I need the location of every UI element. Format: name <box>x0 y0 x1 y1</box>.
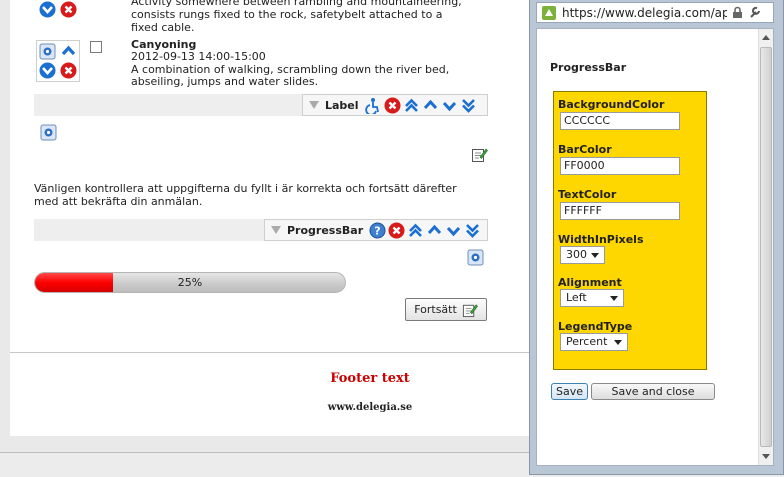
accessibility-icon[interactable] <box>364 97 382 114</box>
text-color-label: TextColor <box>558 188 617 201</box>
activity-description-line: abseiling, jumps and water slides. <box>131 75 319 88</box>
legend-type-value: Percent <box>566 335 608 348</box>
move-up-icon[interactable] <box>422 97 439 114</box>
activity-description-line: consists rungs fixed to the rock, safety… <box>131 8 443 21</box>
move-down-icon[interactable] <box>38 0 56 18</box>
popup-address-bar[interactable]: https://www.delegia.com/app/a <box>536 2 774 23</box>
alignment-label: Alignment <box>558 276 622 289</box>
move-down-icon[interactable] <box>445 222 462 239</box>
label-toolbar-controls: Label <box>302 94 488 116</box>
move-up-icon[interactable] <box>426 222 443 239</box>
double-up-icon[interactable] <box>403 97 420 114</box>
activity-time: 2012-09-13 14:00-15:00 <box>131 50 266 63</box>
toolbar-label: Label <box>325 98 359 112</box>
chevron-down-icon <box>614 340 622 345</box>
width-in-pixels-value: 300 <box>566 248 587 261</box>
move-down-icon[interactable] <box>38 61 56 79</box>
width-in-pixels-select[interactable]: 300 <box>560 246 605 264</box>
continue-button-label: Fortsätt <box>414 303 457 316</box>
popup-title: ProgressBar <box>550 61 627 74</box>
wrench-icon[interactable] <box>748 6 761 19</box>
delete-icon[interactable] <box>59 0 77 18</box>
progress-bar: 25% <box>34 272 346 293</box>
instruction-text: Vänligen kontrollera att uppgifterna du … <box>34 182 457 195</box>
instruction-text: med att bekräfta din anmälan. <box>34 195 203 208</box>
continue-button[interactable]: Fortsätt <box>405 298 487 321</box>
scroll-thumb[interactable] <box>760 47 772 447</box>
save-button[interactable]: Save <box>551 383 588 400</box>
save-and-close-button[interactable]: Save and close <box>591 383 715 400</box>
edit-icon <box>462 303 478 317</box>
settings-icon[interactable] <box>38 42 56 60</box>
edit-icon[interactable] <box>470 145 488 163</box>
alignment-select[interactable]: Left <box>560 289 624 307</box>
footer-divider <box>10 352 530 353</box>
bar-color-label: BarColor <box>558 143 612 156</box>
label-toolbar: Label <box>34 94 488 116</box>
settings-icon[interactable] <box>39 123 57 141</box>
move-down-icon[interactable] <box>441 97 458 114</box>
double-up-icon[interactable] <box>407 222 424 239</box>
chevron-down-icon <box>591 253 599 258</box>
collapse-arrow-icon[interactable] <box>271 226 281 234</box>
popup-window: https://www.delegia.com/app/a ProgressBa… <box>529 0 784 475</box>
width-in-pixels-label: WidthInPixels <box>558 233 644 246</box>
delete-icon[interactable] <box>388 222 405 239</box>
svg-text:?: ? <box>374 224 380 237</box>
progressbar-toolbar-controls: ProgressBar ? <box>264 219 488 241</box>
activity-checkbox[interactable] <box>90 41 102 53</box>
scroll-down-arrow-icon[interactable] <box>762 454 770 459</box>
scroll-up-arrow-icon[interactable] <box>762 35 770 40</box>
legend-type-label: LegendType <box>558 320 633 333</box>
double-down-icon[interactable] <box>460 97 477 114</box>
background-color-label: BackgroundColor <box>558 98 665 111</box>
background-color-input[interactable]: CCCCCC <box>560 112 680 130</box>
text-color-input[interactable]: FFFFFF <box>560 202 680 220</box>
move-up-icon[interactable] <box>59 42 77 60</box>
alignment-value: Left <box>566 291 587 304</box>
popup-url: https://www.delegia.com/app/a <box>562 5 727 20</box>
popup-scrollbar[interactable] <box>758 29 773 465</box>
site-icon <box>542 5 556 20</box>
collapse-arrow-icon[interactable] <box>309 101 319 109</box>
chevron-down-icon <box>610 296 618 301</box>
activity-description-line: Activity somewhere between rambling and … <box>131 0 462 8</box>
activity-description-line: fixed cable. <box>131 21 195 34</box>
progressbar-toolbar: ProgressBar ? <box>34 219 488 241</box>
bar-color-input[interactable]: FF0000 <box>560 157 680 175</box>
progressbar-settings-panel: BackgroundColor CCCCCC BarColor FF0000 T… <box>553 91 707 370</box>
lock-icon[interactable] <box>731 6 744 19</box>
settings-icon[interactable] <box>466 248 484 266</box>
help-icon[interactable]: ? <box>369 222 386 239</box>
progress-bar-text: 25% <box>177 276 203 289</box>
double-down-icon[interactable] <box>464 222 481 239</box>
toolbar-label: ProgressBar <box>287 223 364 237</box>
delete-icon[interactable] <box>59 61 77 79</box>
delete-icon[interactable] <box>384 97 401 114</box>
popup-content: ProgressBar BackgroundColor CCCCCC BarCo… <box>536 28 774 466</box>
legend-type-select[interactable]: Percent <box>560 333 628 351</box>
